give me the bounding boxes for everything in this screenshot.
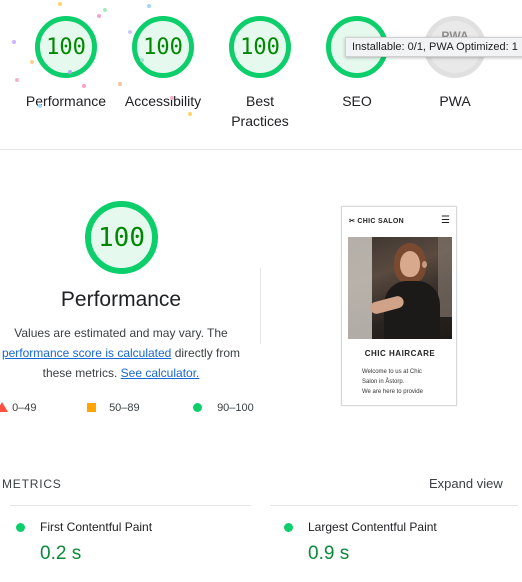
pass-circle-icon	[16, 523, 25, 532]
text-line: Welcome to us at Chic	[362, 369, 422, 375]
performance-title: Performance	[60, 288, 182, 311]
pwa-tooltip: Installable: 0/1, PWA Optimized: 1	[345, 37, 522, 57]
performance-description: Values are estimated and may vary. The p…	[0, 323, 242, 383]
gauge-label: Best Practices	[205, 91, 315, 131]
divider	[270, 505, 518, 506]
gauge-label: SEO	[342, 93, 372, 109]
gauge-label-line2: Practices	[231, 113, 289, 129]
text-line: Salon in Åstorp.	[362, 379, 405, 385]
divider	[0, 149, 522, 150]
score-ring: 100	[229, 16, 291, 78]
divider	[10, 505, 251, 506]
site-logo-text: CHIC SALON	[357, 218, 404, 225]
text-line: We are here to provide	[362, 389, 423, 395]
legend-average-label: 50–89	[109, 402, 140, 414]
gauge-pwa[interactable]: PWA PWA	[400, 16, 510, 111]
square-icon	[87, 403, 96, 412]
expand-view-button[interactable]: Expand view	[429, 476, 503, 491]
metric-value: 0.9 s	[308, 543, 350, 564]
category-gauges: 100 Performance 100 Accessibility 100 Be…	[0, 0, 522, 150]
gauge-accessibility[interactable]: 100 Accessibility	[108, 16, 218, 111]
legend-fail-label: 0–49	[12, 402, 37, 414]
final-screenshot[interactable]: ✂ CHIC SALON ☰ CHIC HAIRCARE Welcome to …	[341, 206, 457, 406]
site-logo: ✂ CHIC SALON	[349, 217, 404, 225]
circle-icon	[193, 403, 202, 412]
gauge-performance[interactable]: 100 Performance	[11, 16, 121, 111]
legend-average: 50–89	[87, 401, 140, 415]
score-calculation-link[interactable]: performance score is calculated	[2, 346, 171, 360]
scissors-icon: ✂	[349, 218, 356, 225]
desc-text: Values are estimated and may vary. The	[14, 326, 228, 340]
gauge-label-line1: Best	[245, 93, 274, 109]
gauge-label: Accessibility	[124, 93, 202, 109]
screenshot-header: ✂ CHIC SALON ☰	[342, 215, 456, 231]
desc-text: directly from	[174, 346, 241, 360]
metric-name: Largest Contentful Paint	[308, 520, 437, 534]
legend-pass-label: 90–100	[217, 402, 254, 414]
metrics-header: METRICS	[2, 477, 62, 491]
gauge-label: PWA	[439, 93, 471, 109]
score-ring: 100	[35, 16, 97, 78]
legend-fail: 0–49	[0, 401, 37, 415]
divider	[260, 268, 261, 344]
calculator-link[interactable]: See calculator.	[121, 366, 200, 380]
metric-value: 0.2 s	[40, 543, 82, 564]
gauge-best-practices[interactable]: 100 Best Practices	[205, 16, 315, 131]
gauge-label: Performance	[25, 93, 107, 109]
metric-name: First Contentful Paint	[40, 520, 153, 534]
hamburger-menu-icon: ☰	[441, 215, 450, 226]
performance-score-gauge: 100	[85, 201, 158, 274]
legend-pass: 90–100	[193, 401, 254, 415]
screenshot-heading: CHIC HAIRCARE	[364, 349, 436, 358]
gauge-seo[interactable]: 1 SEO	[302, 16, 412, 111]
hero-photo	[348, 237, 452, 339]
pass-circle-icon	[284, 523, 293, 532]
triangle-icon	[0, 402, 8, 412]
score-ring: 100	[132, 16, 194, 78]
screenshot-body-text: Welcome to us at Chic Salon in Åstorp. W…	[362, 367, 448, 397]
desc-text: these metrics.	[42, 366, 118, 380]
